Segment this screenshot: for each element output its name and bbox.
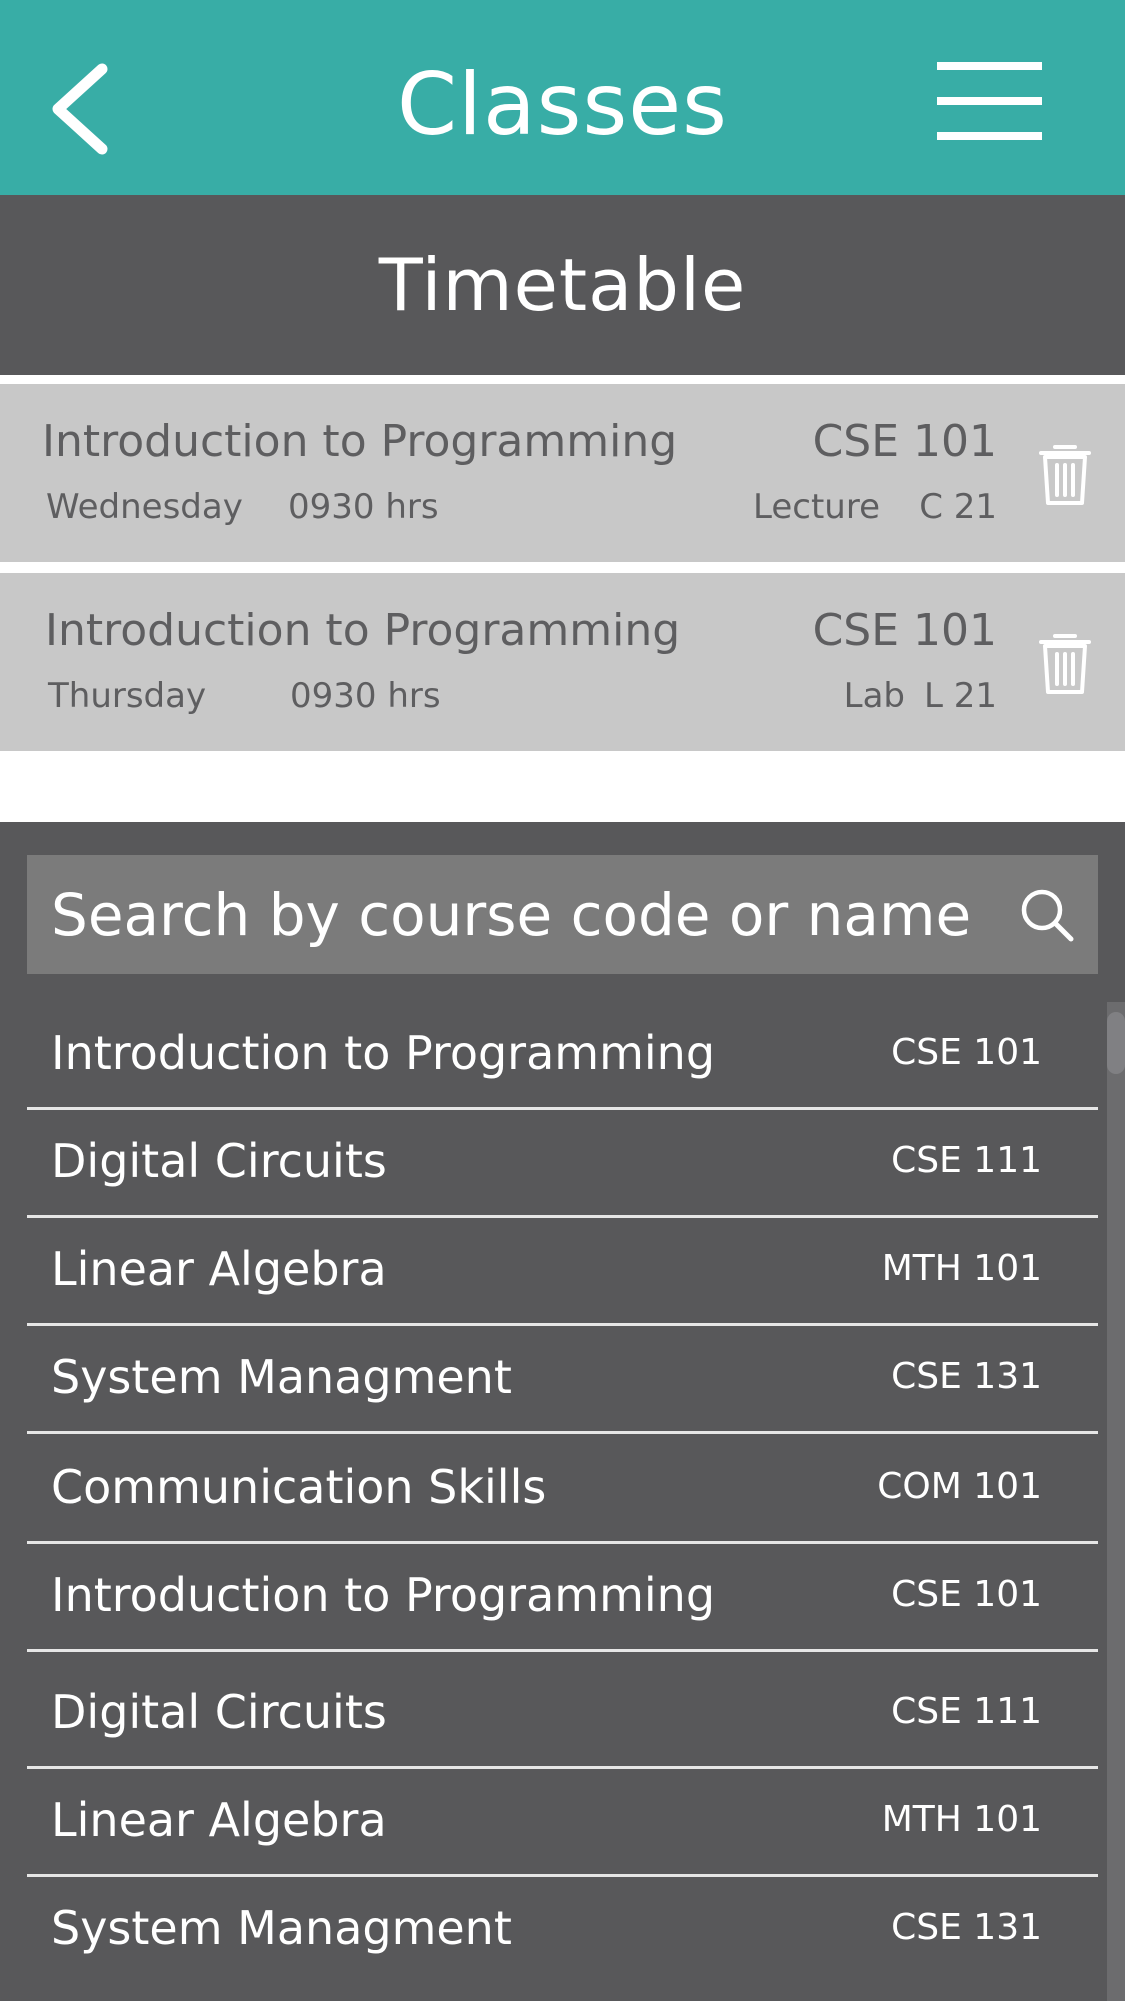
timetable-entry[interactable]: Introduction to Programming CSE 101 Wedn… <box>0 384 1125 562</box>
hamburger-menu-icon <box>937 62 1042 140</box>
search-placeholder[interactable]: Search by course code or name <box>51 875 1011 955</box>
trash-icon <box>1039 634 1091 694</box>
course-list-item[interactable]: System Managment CSE 131 <box>27 1326 1098 1434</box>
course-list-item[interactable]: Introduction to Programming CSE 101 <box>27 1002 1098 1110</box>
entry-time: 0930 hrs <box>290 676 441 716</box>
entry-type: Lab <box>843 676 905 716</box>
entry-course-name: Introduction to Programming <box>42 416 678 467</box>
course-code: CSE 131 <box>891 1907 1042 1948</box>
entry-type: Lecture <box>753 487 880 527</box>
course-name: Linear Algebra <box>51 1793 387 1847</box>
delete-entry-button[interactable] <box>1035 628 1095 698</box>
course-list-item[interactable]: Linear Algebra MTH 101 <box>27 1769 1098 1877</box>
classes-screen: Classes Timetable Introduction to Progra… <box>0 0 1125 2001</box>
course-list-item[interactable]: Communication Skills COM 101 <box>27 1436 1098 1544</box>
timetable-title: Timetable <box>378 243 747 327</box>
course-list-item[interactable]: Digital Circuits CSE 111 <box>27 1661 1098 1769</box>
entry-day: Wednesday <box>46 487 243 527</box>
course-name: Digital Circuits <box>51 1685 387 1739</box>
course-name: System Managment <box>51 1901 512 1955</box>
entry-course-name: Introduction to Programming <box>45 605 681 656</box>
course-code: CSE 111 <box>891 1691 1042 1732</box>
course-name: Introduction to Programming <box>51 1568 716 1622</box>
top-app-bar: Classes <box>0 0 1125 195</box>
entry-course-code: CSE 101 <box>812 416 997 467</box>
course-code: CSE 111 <box>891 1140 1042 1181</box>
course-list-item[interactable]: Linear Algebra MTH 101 <box>27 1218 1098 1326</box>
course-name: Introduction to Programming <box>51 1026 716 1080</box>
course-code: COM 101 <box>877 1466 1042 1507</box>
course-code: CSE 101 <box>891 1574 1042 1615</box>
course-code: MTH 101 <box>881 1799 1042 1840</box>
course-code: CSE 131 <box>891 1356 1042 1397</box>
entry-room: L 21 <box>923 676 997 716</box>
entry-day: Thursday <box>48 676 207 716</box>
course-code: MTH 101 <box>881 1248 1042 1289</box>
course-name: System Managment <box>51 1350 512 1404</box>
menu-button[interactable] <box>930 55 1045 145</box>
course-code: CSE 101 <box>891 1032 1042 1073</box>
delete-entry-button[interactable] <box>1035 439 1095 509</box>
search-button[interactable] <box>1017 885 1077 945</box>
timetable-header: Timetable <box>0 195 1125 375</box>
entry-course-code: CSE 101 <box>812 605 997 656</box>
course-name: Communication Skills <box>51 1460 547 1514</box>
course-list-item[interactable]: Introduction to Programming CSE 101 <box>27 1544 1098 1652</box>
entry-time: 0930 hrs <box>288 487 439 527</box>
search-input[interactable]: Search by course code or name <box>27 855 1098 974</box>
course-name: Linear Algebra <box>51 1242 387 1296</box>
entry-room: C 21 <box>919 487 997 527</box>
scrollbar-thumb[interactable] <box>1107 1012 1125 1074</box>
scrollbar-track[interactable] <box>1107 1002 1125 2001</box>
course-list-item[interactable]: System Managment CSE 131 <box>27 1877 1098 1985</box>
course-list-item[interactable]: Digital Circuits CSE 111 <box>27 1110 1098 1218</box>
search-icon <box>1021 889 1074 942</box>
timetable-entry[interactable]: Introduction to Programming CSE 101 Thur… <box>0 573 1125 751</box>
course-list: Introduction to Programming CSE 101 Digita… <box>27 1002 1098 2001</box>
course-name: Digital Circuits <box>51 1134 387 1188</box>
trash-icon <box>1039 445 1091 505</box>
